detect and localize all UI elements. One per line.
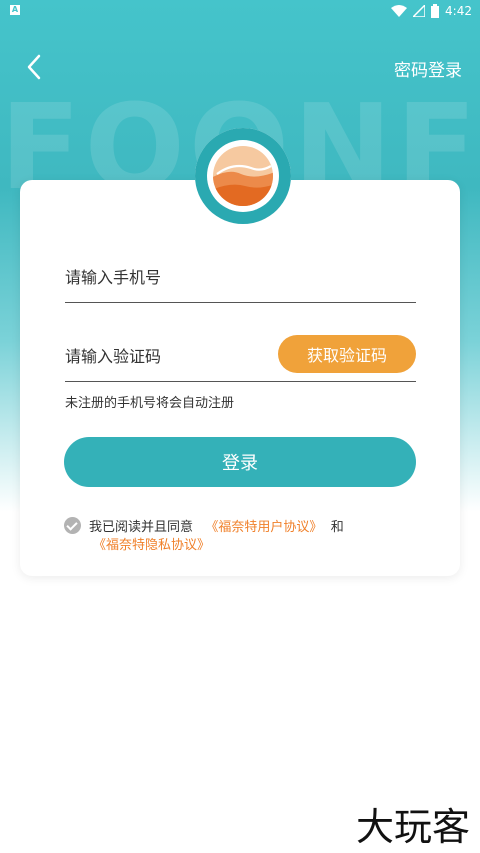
logo-ring — [195, 128, 291, 224]
privacy-agreement-link[interactable]: 《福奈特隐私协议》 — [93, 534, 210, 553]
notification-icon: A — [10, 5, 20, 15]
status-time: 4:42 — [445, 4, 472, 18]
verification-code-field: 获取验证码 — [65, 335, 416, 382]
battery-icon — [431, 4, 440, 18]
logo-inner — [207, 140, 279, 212]
signal-icon — [413, 5, 426, 17]
logo-mark — [213, 146, 273, 206]
status-right: 4:42 — [391, 2, 472, 20]
status-bar: A 4:42 — [0, 0, 480, 22]
agreement-prefix: 我已阅读并且同意 — [89, 520, 194, 535]
login-screen: A 4:42 FOONFT 密码登录 — [0, 0, 480, 853]
agreement-and: 和 — [330, 520, 344, 535]
phone-field — [65, 262, 416, 303]
verification-code-input[interactable] — [65, 338, 265, 374]
login-button[interactable]: 登录 — [64, 437, 416, 487]
brand-watermark: 大玩客 — [355, 805, 470, 849]
wifi-icon — [391, 5, 408, 17]
user-agreement-link[interactable]: 《福奈特用户协议》 — [205, 520, 322, 535]
chevron-left-icon — [27, 54, 41, 80]
phone-input[interactable] — [65, 262, 416, 292]
app-logo — [195, 128, 291, 224]
back-button[interactable] — [20, 52, 48, 82]
auto-register-hint: 未注册的手机号将会自动注册 — [65, 396, 235, 411]
agreement-checkbox[interactable] — [64, 517, 81, 534]
password-login-link[interactable]: 密码登录 — [394, 56, 462, 81]
get-code-button[interactable]: 获取验证码 — [278, 335, 416, 373]
